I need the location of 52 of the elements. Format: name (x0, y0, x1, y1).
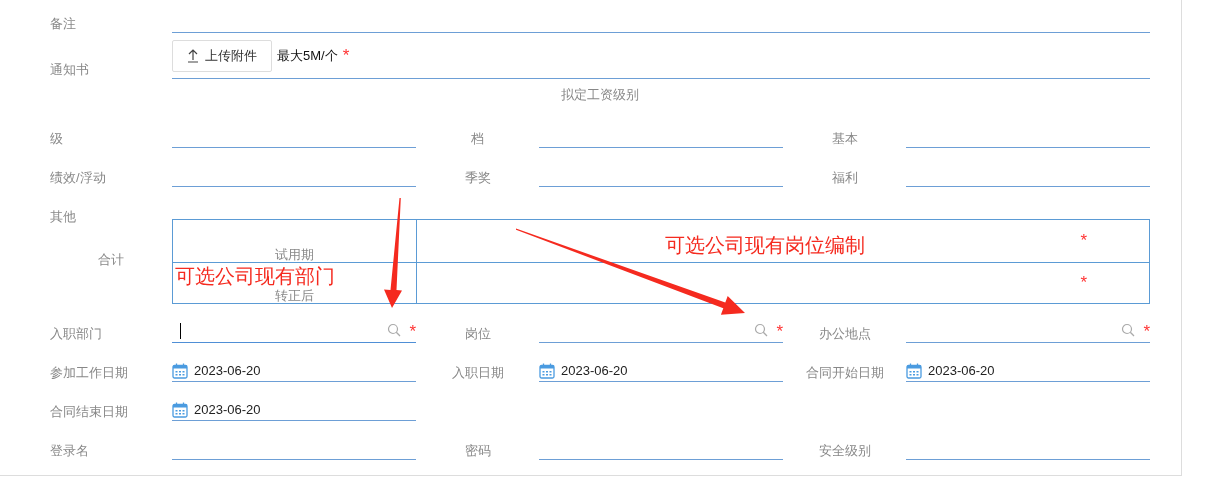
field-label: 参加工作日期 (50, 364, 129, 382)
field-label: 岗位 (463, 325, 492, 343)
field-label: 入职日期 (450, 364, 505, 382)
date-field[interactable]: 2023-06-20 (172, 382, 416, 421)
search-icon[interactable] (754, 323, 769, 337)
search-icon[interactable] (387, 323, 402, 337)
field-label: 办公地点 (817, 325, 872, 343)
table-cell: 试用期 (275, 247, 314, 262)
field-label: 登录名 (50, 442, 90, 460)
date-value: 2023-06-20 (194, 362, 261, 380)
upload-button[interactable]: 上传附件 (172, 39, 272, 72)
calendar-icon[interactable] (172, 363, 188, 379)
upload-icon (187, 48, 199, 63)
section-title: 拟定工资级别 (560, 85, 640, 104)
text-cursor (180, 323, 181, 339)
date-value: 2023-06-20 (194, 401, 261, 419)
field-label: 合同开始日期 (804, 364, 885, 382)
search-field[interactable]: * (172, 304, 416, 343)
required-mark: * (1080, 272, 1087, 293)
required-mark: * (409, 323, 416, 341)
calendar-icon[interactable] (906, 363, 922, 379)
field-label: 级 (50, 130, 64, 148)
field-label: 合同结束日期 (50, 403, 129, 421)
date-value: 2023-06-20 (928, 362, 995, 380)
date-field[interactable]: 2023-06-20 (172, 343, 416, 382)
field-label: 绩效/浮动 (50, 169, 107, 187)
search-icon[interactable] (1121, 323, 1136, 337)
annotation-text: 可选公司现有岗位编制 (665, 235, 865, 255)
required-mark: * (1143, 323, 1150, 341)
calendar-icon[interactable] (172, 402, 188, 418)
field-label: 福利 (830, 169, 859, 187)
search-field[interactable]: * (906, 304, 1150, 343)
required-mark: * (1080, 230, 1087, 251)
date-field[interactable]: 2023-06-20 (906, 343, 1150, 382)
size-hint: 最大5M/个 (277, 46, 338, 65)
field-label: 密码 (463, 442, 492, 460)
field-label: 合计 (97, 251, 125, 269)
field-label: 档 (470, 130, 485, 148)
field-label: 其他 (50, 208, 77, 226)
field-label: 入职部门 (50, 325, 103, 343)
date-field[interactable]: 2023-06-20 (539, 343, 783, 382)
field-label: 基本 (830, 130, 859, 148)
table-cell: 转正后 (275, 289, 314, 303)
required-mark: * (342, 45, 350, 66)
field-label: 安全级别 (817, 442, 872, 460)
date-value: 2023-06-20 (561, 362, 628, 380)
field-label: 通知书 (50, 61, 90, 79)
field-label: 备注 (50, 15, 77, 33)
field-label: 季奖 (463, 169, 492, 187)
calendar-icon[interactable] (539, 363, 555, 379)
annotation-text: 可选公司现有部门 (175, 266, 335, 286)
required-mark: * (776, 323, 783, 341)
